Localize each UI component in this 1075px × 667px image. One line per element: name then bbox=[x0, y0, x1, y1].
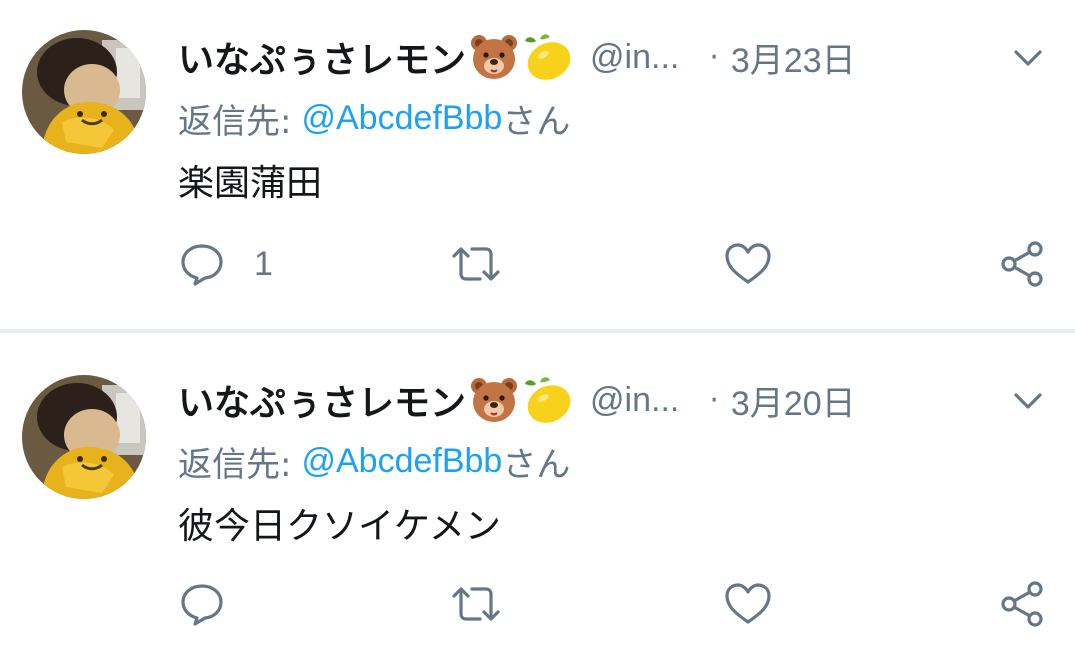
reply-to-line: 返信先: @AbcdefBbb さん bbox=[178, 435, 570, 487]
bear-face-emoji bbox=[468, 31, 520, 83]
like-icon bbox=[723, 240, 773, 288]
tweet-actions: 1 bbox=[0, 234, 1075, 294]
share-button[interactable] bbox=[998, 574, 1046, 634]
reply-to-label: 返信先: bbox=[178, 101, 292, 142]
lemon-emoji bbox=[522, 31, 574, 83]
tweet[interactable]: いなぷぅさレモン bbox=[0, 333, 1075, 667]
share-button[interactable] bbox=[998, 234, 1046, 294]
retweet-icon bbox=[448, 580, 504, 628]
timeline: いなぷぅさレモン @in... · 3月23日 返信先: @AbcdefBbb … bbox=[0, 0, 1075, 667]
avatar[interactable] bbox=[22, 375, 146, 499]
chevron-down-icon[interactable] bbox=[1008, 40, 1048, 76]
reply-to-line: 返信先: @AbcdefBbb さん bbox=[178, 92, 570, 144]
share-icon bbox=[998, 580, 1046, 628]
display-name[interactable]: いなぷぅさレモン bbox=[178, 31, 466, 83]
tweet-header: いなぷぅさレモン bbox=[178, 30, 856, 84]
separator-dot: · bbox=[709, 39, 719, 75]
separator-dot: · bbox=[709, 382, 719, 418]
like-button[interactable] bbox=[723, 574, 773, 634]
reply-to-handle-link[interactable]: @AbcdefBbb bbox=[301, 99, 502, 138]
reply-count: 1 bbox=[254, 244, 273, 283]
retweet-button[interactable] bbox=[448, 574, 504, 634]
like-button[interactable] bbox=[723, 234, 773, 294]
reply-to-handle-link[interactable]: @AbcdefBbb bbox=[301, 442, 502, 481]
retweet-icon bbox=[448, 240, 504, 288]
reply-to-label: 返信先: bbox=[178, 444, 292, 485]
tweet-actions bbox=[0, 574, 1075, 634]
tweet[interactable]: いなぷぅさレモン bbox=[0, 0, 1075, 330]
avatar[interactable] bbox=[22, 30, 146, 154]
like-icon bbox=[723, 580, 773, 628]
reply-button[interactable]: 1 bbox=[178, 234, 273, 294]
tweet-date[interactable]: 3月23日 bbox=[731, 33, 856, 82]
reply-to-honorific: さん bbox=[502, 444, 571, 485]
reply-to-honorific: さん bbox=[502, 101, 571, 142]
chevron-down-icon[interactable] bbox=[1008, 383, 1048, 419]
reply-icon bbox=[178, 580, 226, 628]
reply-button[interactable] bbox=[178, 574, 254, 634]
tweet-header: いなぷぅさレモン bbox=[178, 373, 856, 427]
tweet-text: 彼今日クソイケメン bbox=[178, 506, 501, 547]
user-handle[interactable]: @in... bbox=[590, 381, 679, 420]
retweet-button[interactable] bbox=[448, 234, 504, 294]
bear-face-emoji bbox=[468, 374, 520, 426]
share-icon bbox=[998, 240, 1046, 288]
reply-icon bbox=[178, 240, 226, 288]
user-handle[interactable]: @in... bbox=[590, 38, 679, 77]
tweet-text: 楽園蒲田 bbox=[178, 163, 323, 204]
tweet-date[interactable]: 3月20日 bbox=[731, 376, 856, 425]
display-name[interactable]: いなぷぅさレモン bbox=[178, 374, 466, 426]
lemon-emoji bbox=[522, 374, 574, 426]
